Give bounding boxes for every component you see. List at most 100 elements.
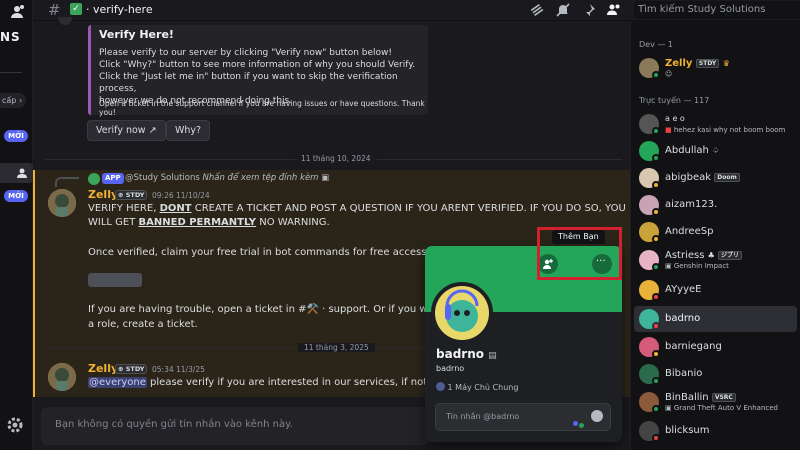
threads-icon[interactable]: [529, 2, 545, 18]
highlight-callout-box: [537, 227, 622, 280]
member-item[interactable]: barniegang: [634, 334, 797, 360]
embed-body: Please verify to our server by clicking …: [99, 47, 429, 107]
server-name: NS: [0, 30, 21, 44]
member-item[interactable]: Abdullah ♤: [634, 138, 797, 164]
message-author[interactable]: Zelly: [88, 362, 118, 375]
member-name: aizam123.: [665, 199, 718, 210]
pinned-notice[interactable]: @Study Solutions Nhấn để xem tệp đính kè…: [125, 173, 329, 183]
member-item[interactable]: a e o ■ hehez kasi why not boom boom: [634, 111, 797, 137]
guild-tag-label: STDY: [125, 365, 145, 373]
member-item[interactable]: Astriess ♣ ジブリ ▣ Genshin Impact: [634, 247, 797, 273]
member-status: ☺: [665, 70, 672, 78]
status-indicator: [652, 377, 660, 385]
member-status-text: Grand Theft Auto V Enhanced: [673, 404, 778, 412]
gear-icon[interactable]: [6, 416, 24, 434]
embed-line: Click "Why?" button to see more informat…: [99, 60, 416, 70]
app-root: NS cấp › MỚI MỚI # ✓ · verify-here Tìm k…: [0, 0, 800, 450]
member-status-text: hehez kasi why not boom boom: [673, 126, 786, 134]
new-badge: MỚI: [4, 190, 28, 202]
chevron-right-icon: ›: [18, 96, 23, 105]
status-indicator: [652, 127, 660, 135]
message-text: a role, create a ticket.: [88, 319, 198, 330]
user-icon: [17, 168, 27, 178]
guild-tag: ⊕ STDY: [115, 364, 148, 374]
message-text: · support. Or if you want to sk: [322, 304, 428, 315]
profile-avatar[interactable]: [431, 282, 493, 344]
message-author[interactable]: Zelly: [88, 188, 118, 201]
level-chip[interactable]: cấp ›: [0, 93, 27, 108]
member-name: abigbeak Doom: [665, 172, 740, 183]
member-name-text: Abdullah: [665, 145, 709, 156]
avatar[interactable]: [48, 363, 76, 391]
search-input[interactable]: Tìm kiếm Study Solutions: [634, 1, 800, 19]
channel-header: # ✓ · verify-here Tìm kiếm Study Solutio…: [33, 0, 800, 21]
member-name: a e o: [665, 114, 685, 123]
member-name: AYyyeE: [665, 284, 702, 295]
member-name-text: Zelly: [665, 58, 693, 69]
level-chip-label: cấp: [2, 96, 17, 105]
avatar: [58, 17, 72, 25]
emoji-icon: ■: [665, 126, 672, 134]
member-item[interactable]: blicksum: [634, 418, 797, 444]
message-text: NO WARNING.: [256, 217, 330, 228]
status-indicator: [652, 154, 660, 162]
member-list-icon[interactable]: [606, 2, 622, 18]
emoji-icon[interactable]: [591, 410, 603, 422]
member-item-selected[interactable]: badrno: [634, 306, 797, 332]
mute-notifications-icon[interactable]: [555, 2, 571, 18]
avatar-image: [48, 363, 76, 391]
member-list: Dev — 1 Zelly STDY ♛ ☺ Trực tuyến — 117 …: [630, 21, 800, 450]
pin-icon[interactable]: [581, 2, 597, 18]
badge-icon: ▤: [488, 351, 497, 361]
member-name: BinBallin VSRC: [665, 392, 736, 403]
mutual-servers-label: 1 Máy Chủ Chung: [447, 383, 519, 392]
member-item[interactable]: abigbeak Doom: [634, 165, 797, 191]
mutual-servers[interactable]: 1 Máy Chủ Chung: [436, 382, 518, 392]
message-timestamp: 05:34 11/3/25: [152, 365, 205, 374]
everyone-mention[interactable]: @everyone: [88, 377, 147, 388]
member-item[interactable]: Zelly STDY ♛ ☺: [634, 55, 797, 81]
message-content: @everyone please verify if you are inter…: [88, 376, 428, 390]
status-indicator: [652, 350, 660, 358]
guild-tag: ジブリ: [717, 251, 742, 260]
app-tag: APP: [102, 173, 124, 184]
member-name: blicksum: [665, 425, 710, 436]
member-name: Zelly STDY ♛: [665, 58, 730, 69]
profile-display-name: badrno ▤: [436, 347, 497, 361]
new-badge: MỚI: [4, 130, 28, 142]
channel-item-selected[interactable]: [0, 163, 33, 183]
message-text: If you are having trouble, open a ticket…: [88, 304, 307, 315]
server-sidebar: NS cấp › MỚI MỚI: [0, 0, 33, 450]
notice-text: Nhấn để xem tệp đính kèm: [202, 173, 319, 183]
image-icon: ▣: [321, 173, 330, 183]
status-indicator: [652, 235, 660, 243]
game-icon: ▣: [665, 262, 672, 270]
verify-now-button[interactable]: Verify now ↗: [87, 120, 166, 141]
activity-badge: Doom: [714, 173, 740, 182]
member-item[interactable]: Bibanio: [634, 361, 797, 387]
avatar[interactable]: [48, 189, 76, 217]
spoiler-block[interactable]: [88, 273, 142, 287]
member-item[interactable]: aizam123.: [634, 192, 797, 218]
friends-icon[interactable]: [8, 3, 26, 21]
message-text: please verify if you are interested in o…: [150, 377, 428, 388]
guild-tag-label: STDY: [698, 60, 717, 67]
dm-message-input[interactable]: Tin nhắn @badrno: [435, 403, 611, 431]
status-indicator: [652, 293, 660, 301]
message-content: VERIFY HERE, DONT CREATE A TICKET AND PO…: [88, 202, 628, 230]
date-divider-label: 11 tháng 10, 2024: [295, 154, 377, 163]
message-text: Once verified, claim your free trial in …: [88, 247, 428, 258]
dm-input-placeholder: Tin nhắn @badrno: [446, 412, 520, 421]
member-item[interactable]: BinBallin VSRC ▣ Grand Theft Auto V Enha…: [634, 389, 797, 415]
member-item[interactable]: AYyyeE: [634, 277, 797, 303]
status-indicator: [652, 181, 660, 189]
member-item[interactable]: AndreeSp: [634, 219, 797, 245]
member-name-text: BinBallin: [665, 392, 709, 403]
tag-icon: ⊕: [118, 365, 124, 373]
why-button[interactable]: Why?: [166, 120, 211, 141]
guild-tag: ⊕ STDY: [115, 190, 148, 200]
divider: [0, 72, 22, 73]
channel-name: verify-here: [93, 3, 153, 16]
notice-author: @Study Solutions: [125, 173, 200, 183]
plant-icon: ♣: [707, 251, 715, 260]
